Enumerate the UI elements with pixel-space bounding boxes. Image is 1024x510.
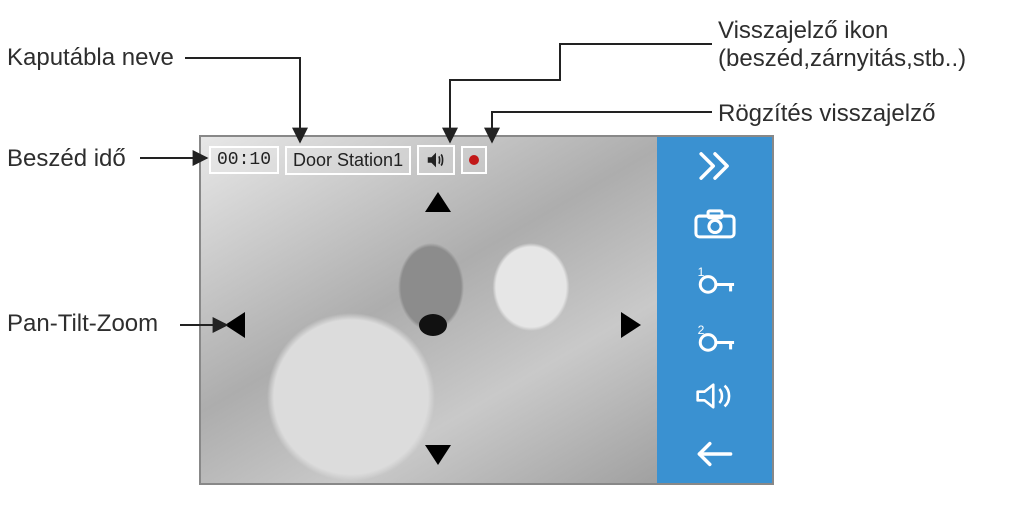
- sidebar-back-button[interactable]: [657, 425, 772, 483]
- label-ptz: Pan-Tilt-Zoom: [7, 310, 158, 338]
- label-talk-time: Beszéd idő: [7, 145, 126, 173]
- label-feedback-icon-l2: (beszéd,zárnyitás,stb..): [718, 45, 966, 72]
- label-record-indicator: Rögzítés visszajelző: [718, 100, 935, 128]
- sidebar-volume-button[interactable]: [657, 368, 772, 426]
- sidebar-unlock2-button[interactable]: 2: [657, 310, 772, 368]
- ptz-center-button[interactable]: [419, 314, 447, 336]
- feedback-icon-box: [417, 145, 455, 175]
- talk-timer: 00:10: [209, 146, 279, 174]
- camera-icon: [689, 202, 741, 244]
- chevrons-right-icon: [689, 145, 741, 187]
- key2-icon: 2: [689, 318, 741, 360]
- label-feedback-icon-l1: Visszajelző ikon: [718, 17, 888, 44]
- ptz-right-button[interactable]: [621, 312, 641, 338]
- sidebar-unlock1-button[interactable]: 1: [657, 252, 772, 310]
- speaker-icon: [425, 149, 447, 171]
- ptz-left-button[interactable]: [225, 312, 245, 338]
- sidebar: 1 2: [657, 137, 772, 483]
- ptz-down-button[interactable]: [425, 445, 451, 465]
- device-screen: 00:10 Door Station1: [199, 135, 774, 485]
- sidebar-snapshot-button[interactable]: [657, 195, 772, 253]
- record-indicator-box: [461, 146, 487, 174]
- label-feedback-icon: Visszajelző ikon (beszéd,zárnyitás,stb..…: [718, 17, 966, 73]
- arrow-left-icon: [689, 433, 741, 475]
- record-dot-icon: [469, 155, 479, 165]
- sidebar-next-button[interactable]: [657, 137, 772, 195]
- ptz-up-button[interactable]: [425, 192, 451, 212]
- volume-icon: [689, 375, 741, 417]
- video-preview: [201, 137, 661, 483]
- key1-icon: 1: [689, 260, 741, 302]
- status-bar: 00:10 Door Station1: [209, 145, 487, 175]
- label-door-name: Kaputábla neve: [7, 44, 174, 72]
- door-station-name: Door Station1: [285, 146, 411, 175]
